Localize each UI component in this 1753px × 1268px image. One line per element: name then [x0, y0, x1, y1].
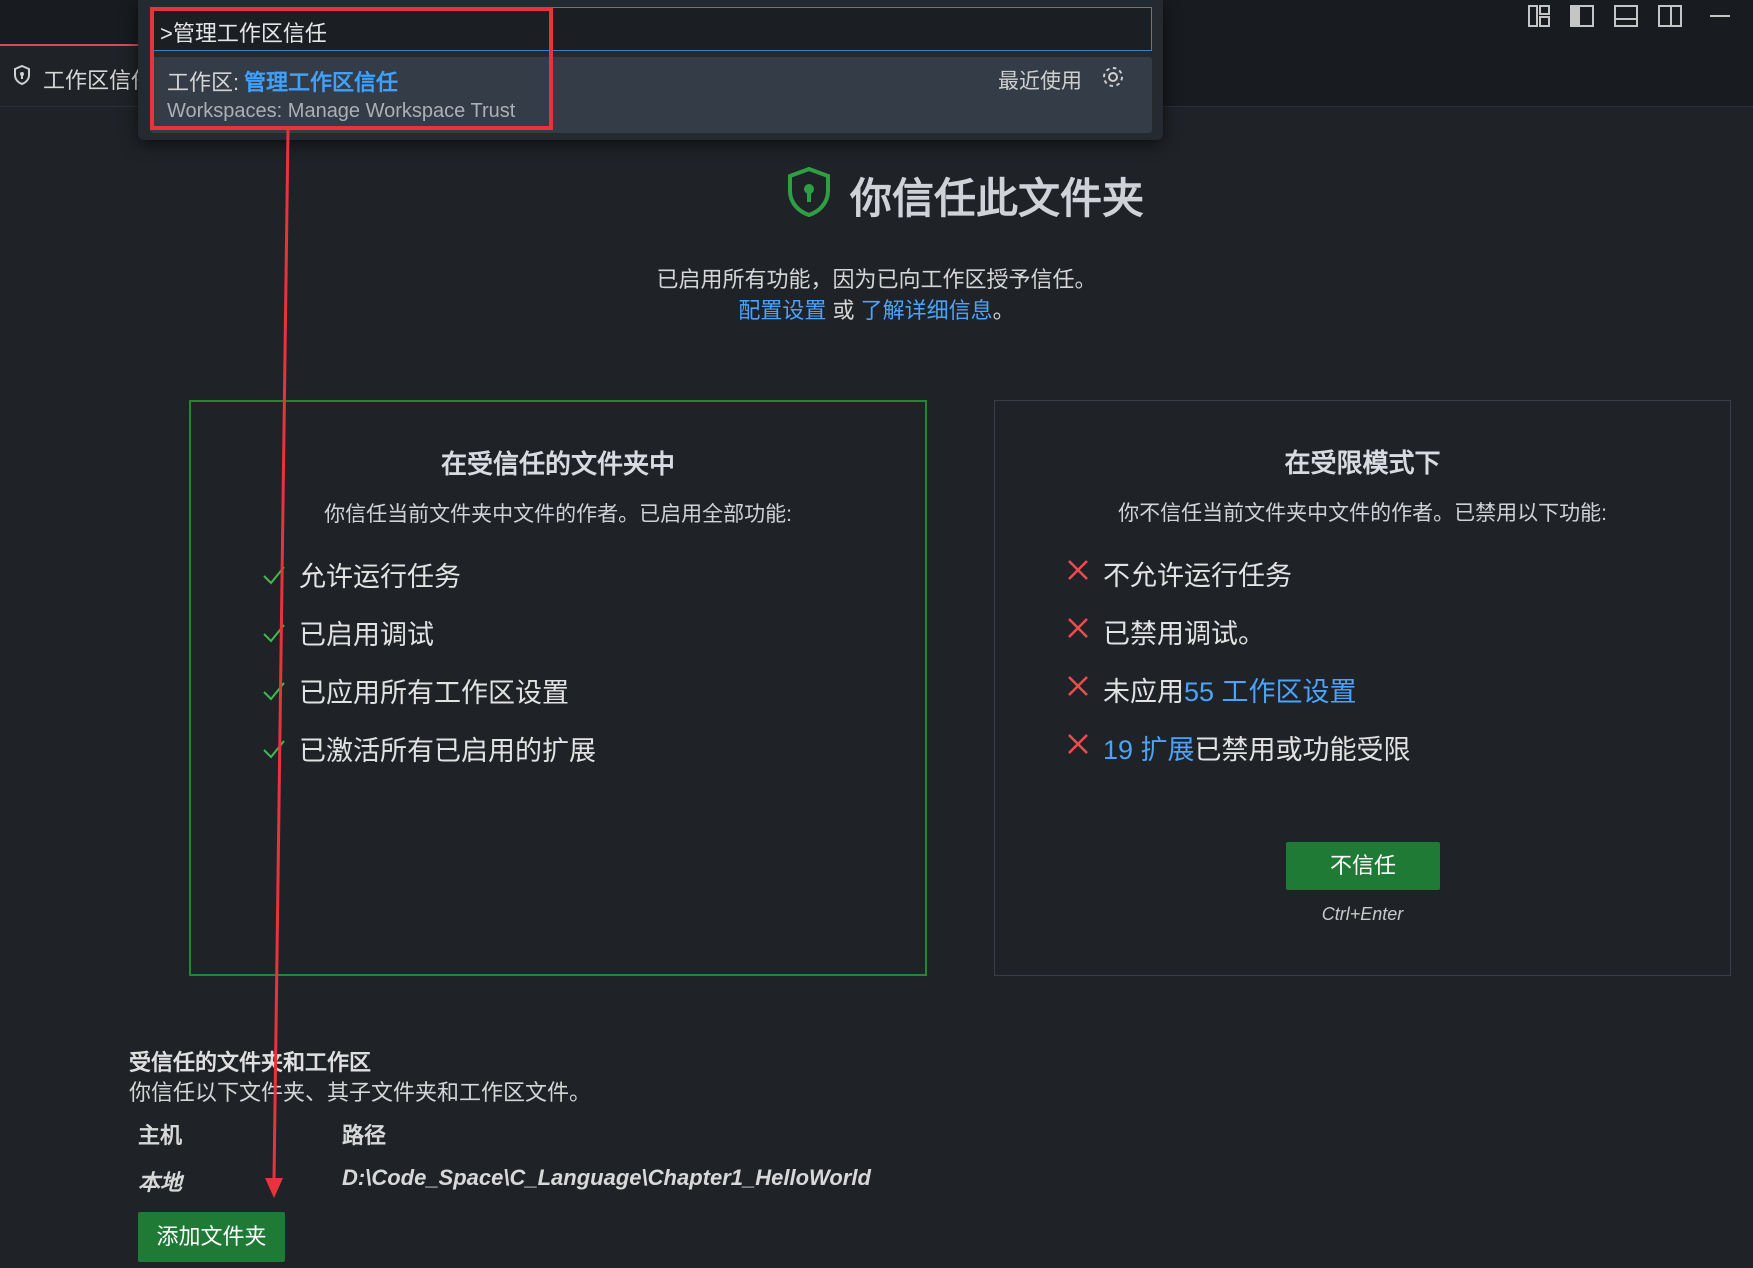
add-folder-button[interactable]: 添加文件夹 [138, 1212, 285, 1262]
check-icon [263, 566, 285, 585]
customize-layout-icon[interactable] [1525, 2, 1553, 30]
extensions-link[interactable]: 19 扩展 [1103, 735, 1195, 765]
trusted-panel-title: 在受信任的文件夹中 [440, 449, 675, 479]
check-icon [263, 740, 285, 759]
trusted-feature-item: 允许运行任务 [299, 562, 461, 592]
trusted-feature-item: 已激活所有已启用的扩展 [299, 736, 596, 766]
trusted-panel-description: 你信任当前文件夹中文件的作者。已启用全部功能: [324, 503, 792, 526]
dont-trust-button[interactable]: 不信任 [1286, 842, 1440, 890]
toggle-secondary-sidebar-icon[interactable] [1656, 2, 1684, 30]
restricted-panel-description: 你不信任当前文件夹中文件的作者。已禁用以下功能: [1118, 502, 1607, 525]
feature-suffix: 已禁用或功能受限 [1194, 735, 1411, 765]
close-icon [1068, 676, 1088, 696]
table-row-path[interactable]: D:\Code_Space\C_Language\Chapter1_HelloW… [342, 1165, 871, 1191]
period-text: 。 [992, 298, 1015, 323]
check-icon [263, 682, 285, 701]
restricted-feature-item: 19 扩展已禁用或功能受限 [1103, 728, 1411, 767]
close-icon [1068, 618, 1088, 638]
restricted-feature-item: 已禁用调试。 [1103, 619, 1265, 649]
workspace-settings-link[interactable]: 55 工作区设置 [1184, 677, 1357, 707]
minimize-icon[interactable] [1706, 2, 1734, 30]
or-text: 或 [826, 298, 861, 323]
table-row-host[interactable]: 本地 [138, 1165, 182, 1197]
restricted-feature-item: 不允许运行任务 [1103, 561, 1292, 591]
tab-label: 工作区信任 [43, 68, 154, 93]
configure-settings-link[interactable]: 配置设置 [738, 298, 826, 323]
gear-icon[interactable] [1100, 64, 1126, 90]
restricted-feature-item: 未应用55 工作区设置 [1103, 670, 1357, 709]
feature-prefix: 未应用 [1103, 677, 1184, 707]
page-subtitle: 已启用所有功能，因为已向工作区授予信任。 [656, 267, 1097, 292]
column-header-path: 路径 [342, 1123, 387, 1148]
shield-check-icon [788, 166, 830, 218]
restricted-mode-panel: 在受限模式下 你不信任当前文件夹中文件的作者。已禁用以下功能: 不允许运行任务 … [994, 400, 1731, 976]
trusted-folders-description: 你信任以下文件夹、其子文件夹和工作区文件。 [129, 1080, 592, 1105]
toggle-panel-icon[interactable] [1612, 2, 1640, 30]
page-title: 你信任此文件夹 [850, 175, 1145, 222]
trusted-feature-item: 已应用所有工作区设置 [299, 678, 569, 708]
header-links: 配置设置 或 了解详细信息。 [0, 293, 1753, 325]
shield-icon [14, 64, 30, 86]
tab-workspace-trust[interactable]: 工作区信任 [0, 44, 153, 106]
column-header-host: 主机 [138, 1123, 183, 1148]
trusted-folders-heading: 受信任的文件夹和工作区 [129, 1050, 372, 1075]
close-icon [1068, 734, 1088, 754]
trusted-feature-item: 已启用调试 [299, 620, 434, 650]
trusted-folder-panel: 在受信任的文件夹中 你信任当前文件夹中文件的作者。已启用全部功能: 允许运行任务… [189, 400, 927, 976]
check-icon [263, 624, 285, 643]
keyboard-shortcut-hint: Ctrl+Enter [1321, 904, 1404, 924]
toggle-primary-sidebar-icon[interactable] [1568, 2, 1596, 30]
close-icon [1068, 560, 1088, 580]
learn-more-link[interactable]: 了解详细信息 [861, 298, 993, 323]
restricted-panel-title: 在受限模式下 [1284, 448, 1441, 478]
annotation-highlight-box [150, 7, 553, 130]
recently-used-label: 最近使用 [998, 70, 1082, 93]
